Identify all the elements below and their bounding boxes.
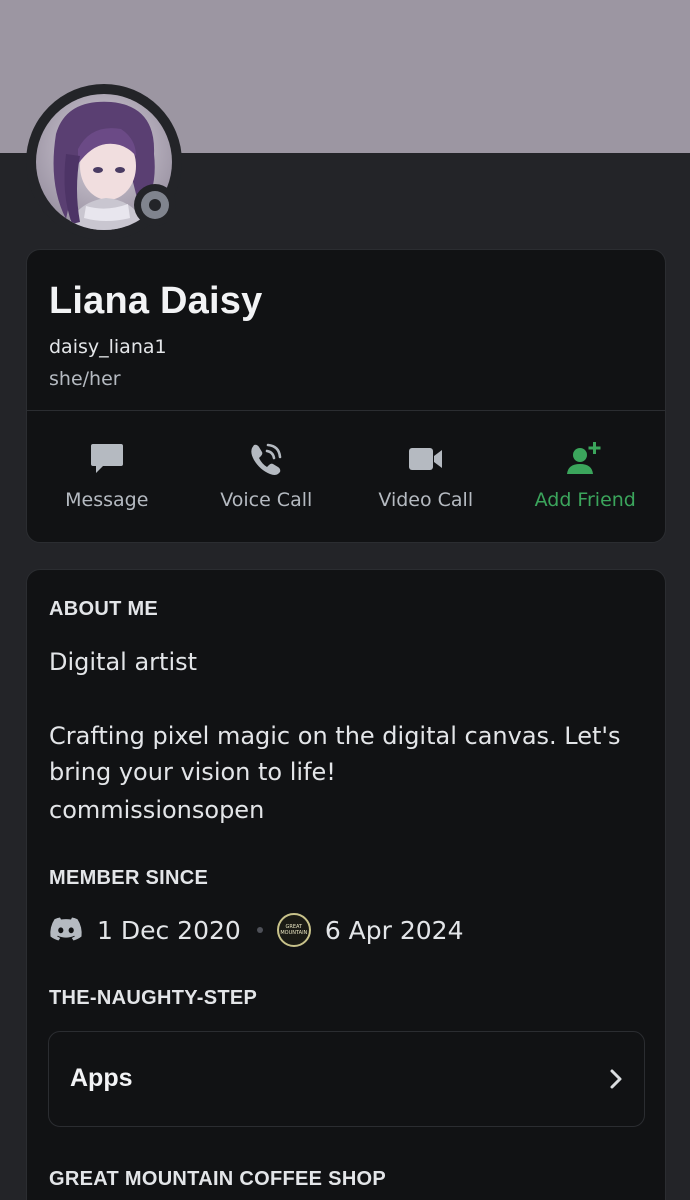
separator-dot	[256, 927, 263, 933]
server-join-date: 6 Apr 2024	[324, 915, 464, 945]
discord-join-date: 1 Dec 2020	[97, 915, 241, 945]
server-icon-text: GREAT MOUNTAIN	[280, 924, 308, 936]
offline-status-icon	[141, 191, 169, 219]
server-section-heading: GREAT MOUNTAIN COFFEE SHOP	[49, 1168, 387, 1190]
apps-label: Apps	[70, 1064, 133, 1092]
voice-call-label: Voice Call	[220, 489, 313, 511]
chevron-right-icon	[608, 1068, 624, 1094]
voice-call-button[interactable]: Voice Call	[187, 411, 347, 543]
action-bar: Message Voice Call Video Call Add Friend	[27, 411, 665, 543]
about-me-heading: ABOUT ME	[49, 598, 159, 620]
video-call-label: Video Call	[378, 489, 474, 511]
apps-button[interactable]: Apps	[48, 1031, 645, 1127]
discord-logo-icon	[49, 917, 83, 943]
status-indicator	[134, 184, 176, 226]
add-friend-label: Add Friend	[534, 489, 636, 511]
message-label: Message	[65, 489, 149, 511]
about-line-2: Crafting pixel magic on the digital canv…	[49, 722, 621, 786]
video-call-button[interactable]: Video Call	[346, 411, 506, 543]
member-since-row: 1 Dec 2020 GREAT MOUNTAIN 6 Apr 2024	[49, 910, 463, 950]
roles-heading: THE-NAUGHTY-STEP	[49, 987, 258, 1009]
video-camera-icon	[406, 439, 446, 479]
display-name: Liana Daisy	[49, 280, 263, 322]
chat-bubble-icon	[87, 439, 127, 479]
server-icon: GREAT MOUNTAIN	[276, 913, 311, 947]
add-friend-icon	[565, 439, 605, 479]
pronouns: she/her	[49, 368, 121, 390]
phone-icon	[246, 439, 286, 479]
add-friend-button[interactable]: Add Friend	[506, 411, 666, 543]
about-card: ABOUT ME Digital artist Crafting pixel m…	[26, 569, 666, 1200]
message-button[interactable]: Message	[27, 411, 187, 543]
member-since-heading: MEMBER SINCE	[49, 867, 209, 889]
about-line-3: commissionsopen	[49, 796, 265, 824]
profile-card: Liana Daisy daisy_liana1 she/her Message	[26, 249, 666, 543]
about-line-1: Digital artist	[49, 648, 198, 676]
username[interactable]: daisy_liana1	[49, 336, 167, 358]
profile-screen: Liana Daisy daisy_liana1 she/her Message	[0, 0, 690, 1200]
